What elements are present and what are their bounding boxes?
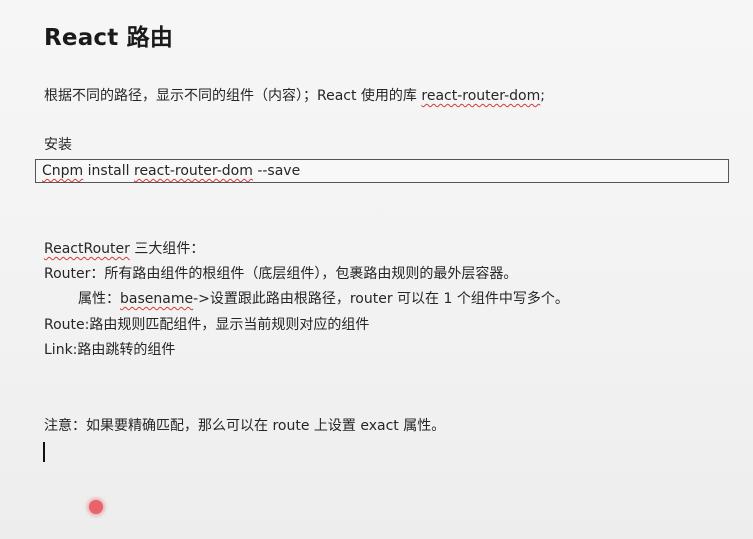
router-attribute-line: 属性：basename->设置跟此路由根路径，router 可以在 1 个组件中… xyxy=(78,289,569,309)
route-description: Route:路由规则匹配组件，显示当前规则对应的组件 xyxy=(44,317,370,333)
attr-basename: basename xyxy=(120,291,194,307)
components-heading: ReactRouter 三大组件： xyxy=(44,239,204,259)
page-title: React 路由 xyxy=(44,25,174,51)
attr-prefix: 属性： xyxy=(78,291,120,307)
install-cnpm: Cnpm xyxy=(42,163,84,179)
install-pkg: react-router-dom xyxy=(134,163,253,179)
install-command-box: Cnpm install react-router-dom --save xyxy=(35,159,729,183)
intro-text: 根据不同的路径，显示不同的组件（内容）；React 使用的库 xyxy=(44,88,422,104)
text-cursor[interactable] xyxy=(43,442,45,462)
intro-paragraph: 根据不同的路径，显示不同的组件（内容）；React 使用的库 react-rou… xyxy=(44,86,545,106)
attr-rest: ->设置跟此路由根路径，router 可以在 1 个组件中写多个。 xyxy=(193,291,569,307)
intro-lib-name: react-router-dom xyxy=(421,88,541,104)
install-heading: 安装 xyxy=(44,137,72,153)
laser-pointer-icon xyxy=(89,500,103,514)
install-flag: --save xyxy=(252,163,301,179)
components-heading-rest: 三大组件： xyxy=(129,241,205,257)
components-heading-word: ReactRouter xyxy=(44,241,130,257)
link-description: Link:路由跳转的组件 xyxy=(44,342,176,358)
install-mid: install xyxy=(83,163,134,179)
intro-suffix: ; xyxy=(540,88,545,104)
document-page: React 路由 根据不同的路径，显示不同的组件（内容）；React 使用的库 … xyxy=(0,0,753,539)
router-description: Router：所有路由组件的根组件（底层组件），包裹路由规则的最外层容器。 xyxy=(44,266,518,282)
note-paragraph: 注意：如果要精确匹配，那么可以在 route 上设置 exact 属性。 xyxy=(44,418,446,434)
